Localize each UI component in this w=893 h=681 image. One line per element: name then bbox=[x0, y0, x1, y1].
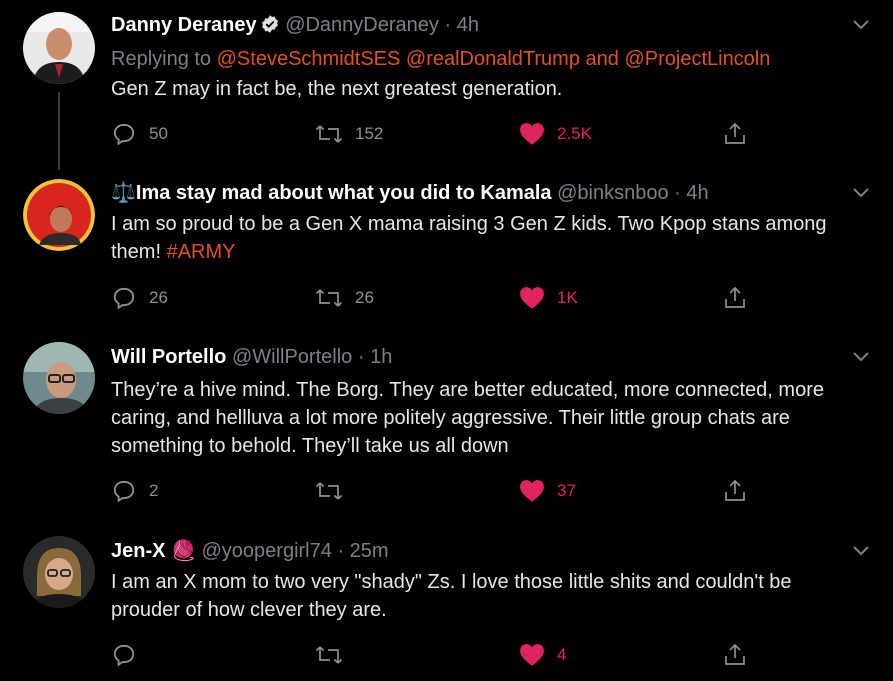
tweet-text: I am so proud to be a Gen X mama raising… bbox=[111, 210, 853, 266]
share-button[interactable] bbox=[723, 477, 747, 505]
share-icon bbox=[723, 478, 747, 504]
like-button[interactable]: 37 bbox=[519, 477, 576, 505]
handle[interactable]: @yoopergirl74 bbox=[202, 540, 332, 562]
reply-icon bbox=[111, 285, 137, 311]
display-name[interactable]: Danny Deraney bbox=[111, 14, 257, 36]
tweet-actions: 50 152 2.5K bbox=[111, 120, 771, 148]
separator-dot: · bbox=[444, 14, 452, 36]
thread-line bbox=[58, 92, 60, 170]
retweet-icon bbox=[315, 121, 343, 147]
share-icon bbox=[723, 121, 747, 147]
like-count: 4 bbox=[557, 645, 567, 664]
display-name[interactable]: Will Portello bbox=[111, 346, 226, 368]
like-count: 37 bbox=[557, 481, 576, 500]
reply-icon bbox=[111, 478, 137, 504]
chevron-down-icon[interactable] bbox=[851, 186, 871, 200]
retweet-icon bbox=[315, 478, 343, 504]
reply-count: 50 bbox=[149, 124, 168, 143]
reply-button[interactable] bbox=[111, 641, 137, 669]
tweet-header: Jen-X 🧶 @yoopergirl74 · 25m bbox=[111, 538, 853, 564]
timestamp[interactable]: 1h bbox=[370, 346, 392, 368]
separator-dot: · bbox=[674, 182, 681, 204]
tweet-header: ⚖️Ima stay mad about what you did to Kam… bbox=[111, 180, 853, 206]
reply-count: 26 bbox=[149, 288, 168, 307]
reply-count: 2 bbox=[149, 481, 159, 500]
separator-dot: · bbox=[357, 346, 365, 368]
hashtag-link[interactable]: #ARMY bbox=[167, 241, 236, 263]
handle[interactable]: @binksnboo bbox=[557, 182, 668, 204]
separator-dot: · bbox=[337, 540, 345, 562]
like-button[interactable]: 4 bbox=[519, 641, 566, 669]
replying-to-prefix: Replying to bbox=[111, 48, 212, 70]
replying-to: Replying to @SteveSchmidtSES @realDonald… bbox=[111, 45, 853, 73]
avatar[interactable] bbox=[23, 342, 95, 414]
retweet-button[interactable]: 26 bbox=[315, 284, 374, 312]
retweet-button[interactable]: 152 bbox=[315, 120, 383, 148]
tweet-binksnboo[interactable]: ⚖️Ima stay mad about what you did to Kam… bbox=[0, 170, 893, 340]
retweet-button[interactable] bbox=[315, 477, 343, 505]
like-button[interactable]: 2.5K bbox=[519, 120, 592, 148]
tweet-actions: 26 26 1K bbox=[111, 284, 771, 312]
timestamp[interactable]: 4h bbox=[457, 14, 479, 36]
reply-button[interactable]: 2 bbox=[111, 477, 158, 505]
replying-to-mentions[interactable]: @SteveSchmidtSES @realDonaldTrump and @P… bbox=[217, 48, 771, 70]
chevron-down-icon[interactable] bbox=[851, 350, 871, 364]
retweet-count: 152 bbox=[355, 124, 384, 143]
share-button[interactable] bbox=[723, 284, 747, 312]
retweet-button[interactable] bbox=[315, 641, 343, 669]
handle[interactable]: @WillPortello bbox=[232, 346, 352, 368]
share-icon bbox=[723, 285, 747, 311]
tweet-will-portello[interactable]: Will Portello @WillPortello · 1h They’re… bbox=[0, 340, 893, 532]
reply-icon bbox=[111, 121, 137, 147]
like-count: 1K bbox=[557, 288, 578, 307]
like-button[interactable]: 1K bbox=[519, 284, 578, 312]
retweet-icon bbox=[315, 642, 343, 668]
tweet-text: They’re a hive mind. The Borg. They are … bbox=[111, 379, 824, 457]
heart-icon bbox=[519, 643, 545, 667]
share-button[interactable] bbox=[723, 641, 747, 669]
reply-icon bbox=[111, 642, 137, 668]
share-button[interactable] bbox=[723, 120, 747, 148]
avatar[interactable] bbox=[23, 179, 95, 251]
reply-button[interactable]: 50 bbox=[111, 120, 168, 148]
verified-badge-icon bbox=[260, 14, 280, 41]
avatar[interactable] bbox=[23, 12, 95, 84]
timestamp[interactable]: 4h bbox=[686, 182, 708, 204]
tweet-text: I am an X mom to two very "shady" Zs. I … bbox=[111, 571, 792, 621]
chevron-down-icon[interactable] bbox=[851, 544, 871, 558]
heart-icon bbox=[519, 479, 545, 503]
tweet-actions: 2 37 bbox=[111, 477, 771, 505]
tweet-jen-x[interactable]: Jen-X 🧶 @yoopergirl74 · 25m I am an X mo… bbox=[0, 532, 893, 681]
tweet-header: Will Portello @WillPortello · 1h bbox=[111, 344, 853, 370]
heart-icon bbox=[519, 122, 545, 146]
tweet-header: Danny Deraney @DannyDeraney · 4h bbox=[111, 12, 853, 41]
chevron-down-icon[interactable] bbox=[851, 18, 871, 32]
heart-icon bbox=[519, 286, 545, 310]
avatar[interactable] bbox=[23, 536, 95, 608]
handle[interactable]: @DannyDeraney bbox=[285, 14, 439, 36]
tweet-actions: 4 bbox=[111, 641, 771, 669]
yarn-emoji: 🧶 bbox=[171, 540, 196, 562]
reply-button[interactable]: 26 bbox=[111, 284, 168, 312]
retweet-count: 26 bbox=[355, 288, 374, 307]
display-name[interactable]: ⚖️Ima stay mad about what you did to Kam… bbox=[111, 182, 552, 204]
tweet-text: Gen Z may in fact be, the next greatest … bbox=[111, 78, 563, 100]
tweet-danny-deraney[interactable]: Danny Deraney @DannyDeraney · 4h Replyin… bbox=[0, 0, 893, 170]
share-icon bbox=[723, 642, 747, 668]
display-name[interactable]: Jen-X bbox=[111, 540, 165, 562]
like-count: 2.5K bbox=[557, 124, 592, 143]
retweet-icon bbox=[315, 285, 343, 311]
timestamp[interactable]: 25m bbox=[350, 540, 389, 562]
scales-emoji: ⚖️ bbox=[111, 182, 136, 204]
